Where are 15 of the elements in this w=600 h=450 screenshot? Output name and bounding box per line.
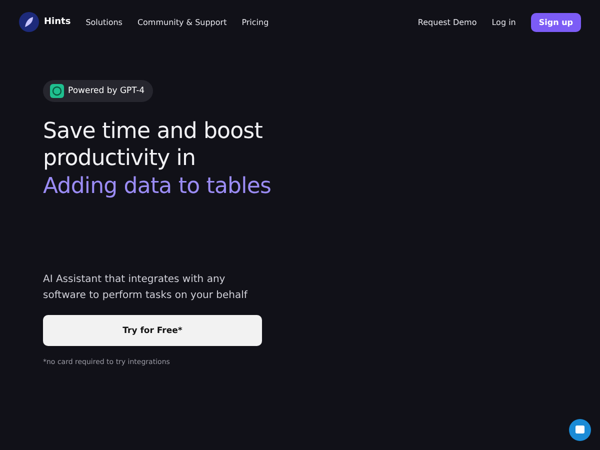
nav-link[interactable]: Request Demo <box>418 18 477 26</box>
nav-link[interactable]: Solutions <box>86 18 122 26</box>
hero-highlight: Adding data to tables <box>43 173 272 201</box>
hero-title: Save time and boost productivity in <box>43 118 264 172</box>
sign-up-button[interactable]: Sign up <box>530 12 581 32</box>
chat-icon <box>575 425 585 435</box>
try-free-button[interactable]: Try for Free* <box>43 315 262 346</box>
logo-icon[interactable] <box>19 12 39 32</box>
chat-button[interactable] <box>569 419 591 441</box>
nav-link[interactable]: Log in <box>492 18 516 26</box>
badge-text: Powered by GPT-4 <box>68 86 145 96</box>
brand-name[interactable]: Hints <box>44 17 71 27</box>
hero-description: AI Assistant that integrates with any software to perform tasks on your behalf <box>43 273 249 303</box>
nav-link[interactable]: Pricing <box>242 18 269 26</box>
nav-link[interactable]: Community & Support <box>137 18 227 26</box>
